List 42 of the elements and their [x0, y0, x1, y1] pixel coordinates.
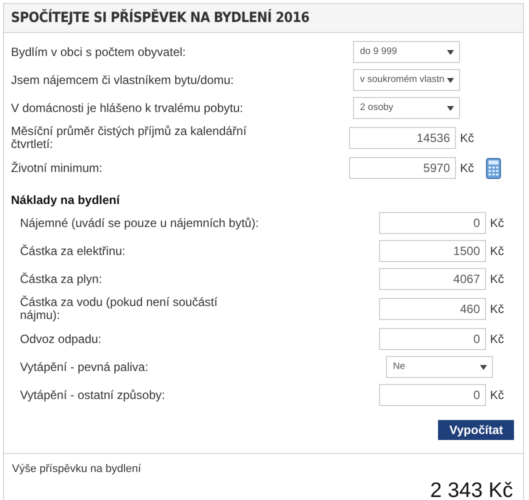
input-field[interactable]: 0 [379, 212, 486, 234]
input-field[interactable]: 0 [379, 328, 486, 350]
field-label: Životní minimum: [11, 162, 104, 174]
input-field[interactable]: 5970 [349, 157, 456, 179]
field-label: Částka za elektřinu: [20, 244, 126, 258]
field-label: V domácnosti je hlášeno k trvalému pobytu: [11, 102, 244, 114]
field-label: Jsem nájemcem či vlastníkem bytu/domu: [11, 74, 235, 86]
field-label: Měsíční průměr čistých příjmů za kalendářní čtvrtletí: [11, 125, 248, 151]
field-label: Bydlím v obci s počtem obyvatel: [11, 46, 187, 58]
currency-unit: Kč [490, 243, 506, 260]
dropdown[interactable]: v soukromém vlastn [353, 69, 460, 91]
dropdown[interactable]: do 9 999 [353, 41, 460, 63]
dropdown[interactable]: 2 osoby [353, 97, 460, 119]
caret-icon [447, 50, 454, 54]
input-field[interactable]: 4067 [379, 268, 486, 290]
caret-icon [480, 364, 487, 370]
dropdown[interactable]: Ne [386, 356, 493, 378]
caret-icon [447, 78, 454, 82]
section-heading: Náklady na bydlení [11, 192, 121, 209]
result-value: 2 343 Kč [430, 478, 514, 500]
calculator-icon[interactable] [486, 158, 501, 178]
input-field[interactable]: 460 [379, 298, 486, 320]
field-label: Odvoz odpadu: [20, 332, 102, 346]
currency-unit: Kč [490, 331, 506, 348]
currency-unit: Kč [490, 215, 506, 232]
currency-unit: Kč [490, 301, 506, 318]
field-label: Nájemné (uvádí se pouze u nájemních bytů): [20, 216, 260, 230]
input-field[interactable]: 1500 [379, 240, 486, 262]
input-field[interactable]: 0 [379, 384, 486, 406]
currency-unit: Kč [460, 160, 476, 177]
calculate-button[interactable]: Vypočítat [438, 420, 514, 440]
currency-unit: Kč [460, 130, 476, 147]
field-label: Částka za vodu (pokud není součástí nájmu): [20, 296, 218, 322]
panel-title: SPOČÍTEJTE SI PŘÍSPĚVEK NA BYDLENÍ 2016 [11, 8, 310, 28]
input-field[interactable]: 14536 [349, 127, 456, 149]
field-label: Vytápění - ostatní způsoby: [20, 388, 166, 402]
result-label: Výše příspěvku na bydlení [12, 462, 142, 477]
currency-unit: Kč [490, 271, 506, 288]
field-label: Částka za plyn: [20, 272, 104, 286]
currency-unit: Kč [490, 387, 506, 404]
field-label: Vytápění - pevná paliva: [20, 360, 150, 374]
caret-icon [447, 106, 454, 110]
